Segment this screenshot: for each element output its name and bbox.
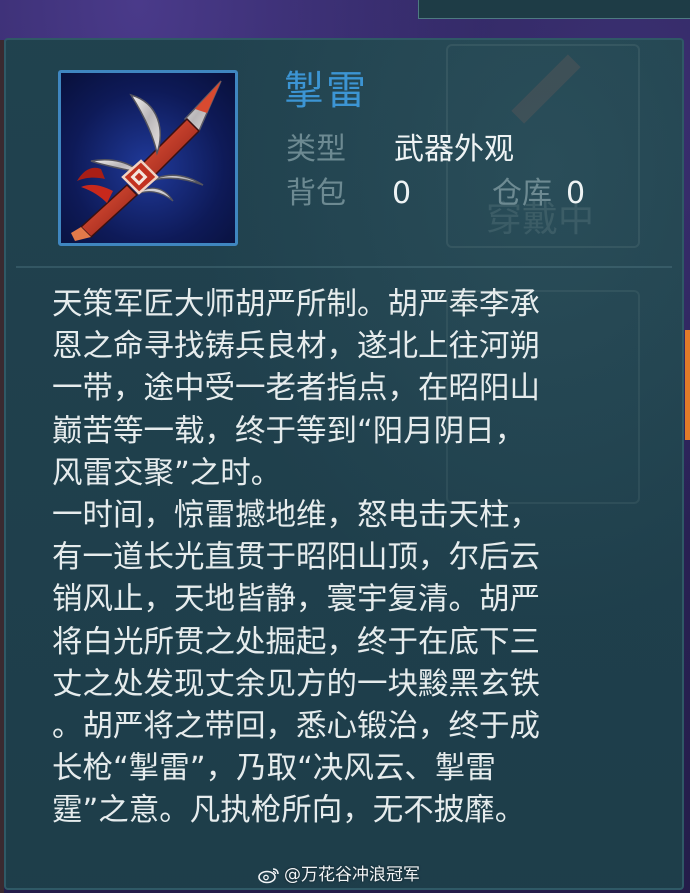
description-line: 霆”之意。凡执枪所向，无不披靡。 [52,793,526,829]
type-value: 武器外观 [394,132,514,167]
description-line: 一带，途中受一老者指点，在昭阳山 [52,371,540,407]
description-line: 丈之处发现丈余见方的一块黢黑玄铁 [52,666,540,702]
section-divider [16,266,672,268]
description-line: 风雷交聚”之时。 [52,455,282,491]
bag-label: 背包 [286,176,346,211]
description-line: 一时间，惊雷撼地维，怒电击天柱， [52,498,540,534]
warehouse-label: 仓库 [492,176,552,211]
weibo-watermark: @万花谷冲浪冠军 [258,863,420,887]
spear-weapon-icon [71,80,222,241]
item-tooltip-panel: 穿戴中 掣雷 类型 武器外观 背包 0 仓库 0 天策军匠大师胡严所制。胡严奉李… [4,38,684,890]
description-line: 恩之命寻找铸兵良材，遂北上往河朔 [52,329,540,365]
description-line: 销风止，天地皆静，寰宇复清。胡严 [52,582,540,618]
weibo-icon [258,868,279,884]
bag-count: 0 [392,176,412,211]
right-edge-accent [685,330,690,440]
description-line: 天策军匠大师胡严所制。胡严奉李承 [52,287,540,322]
item-description: 天策军匠大师胡严所制。胡严奉李承 恩之命寻找铸兵良材，遂北上往河朔 一带，途中受… [52,284,652,833]
background-top-bar [418,0,690,19]
description-line: 长枪“掣雷”，乃取“决风云、掣雷 [52,751,496,787]
description-line: 巅苦等一载，终于等到“阳月阴日， [52,413,526,449]
description-line: 有一道长光直贯于昭阳山顶，尔后云 [52,540,540,576]
description-line: 。胡严将之带回，悉心锻治，终于成 [52,709,540,745]
watermark-text: @万花谷冲浪冠军 [284,865,420,885]
description-line: 将白光所贯之处掘起，终于在底下三 [52,624,540,660]
warehouse-count: 0 [566,176,586,211]
type-label: 类型 [286,132,346,167]
item-name-title: 掣雷 [284,68,368,114]
item-icon-frame[interactable] [58,70,238,246]
